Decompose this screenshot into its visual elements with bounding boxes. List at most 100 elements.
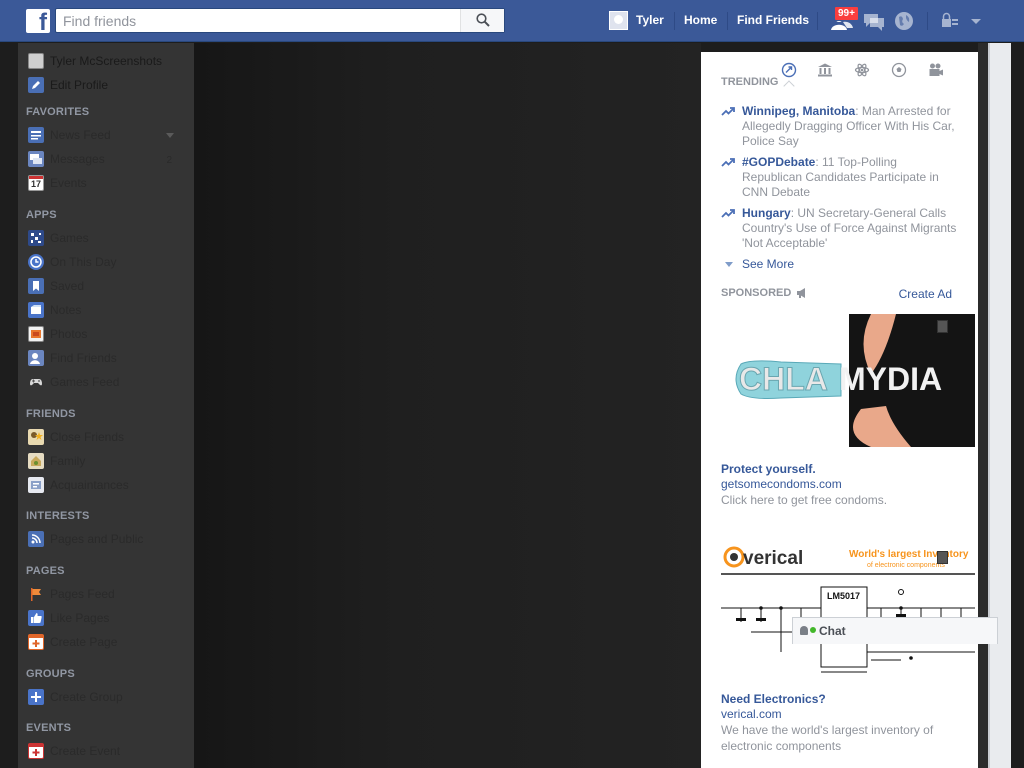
see-more-label: See More [742,257,795,271]
search-input[interactable] [56,9,461,32]
sidebar-item-label: Photos [50,327,88,341]
nav-divider [727,12,728,30]
ad-image-verical[interactable]: verical World's largest Inventory of ele… [721,542,975,679]
acquaintances-icon [28,477,44,493]
soccer-ball-icon [891,62,907,78]
photos-icon [28,326,44,342]
messages-button[interactable] [862,10,886,32]
ad-tagline: World's largest Inventory [849,549,969,560]
sidebar-item-label: Find Friends [50,351,117,365]
avatar [28,53,44,69]
dark-overlay [194,43,701,768]
right-column: TRENDING Winnipeg, Manitoba: Man Arreste… [701,52,978,768]
main-content-overlay [194,43,701,768]
ad-url[interactable]: getsomecondoms.com [721,477,842,491]
pencil-icon [28,77,44,93]
games-icon [28,230,44,246]
notifications-button[interactable] [893,10,917,32]
atom-icon [854,63,870,77]
page-edge [1011,43,1024,768]
sidebar-item-label: Create Event [50,744,121,758]
messages-icon [864,14,884,31]
apps-header: APPS [26,209,57,221]
account-menu-button[interactable] [968,10,992,32]
trending-arrow-icon [721,209,735,218]
chat-sidebar-strip [990,43,1011,768]
triangle-down-icon [725,262,733,267]
close-friends-icon [28,429,44,445]
ad-tagline-sub: of electronic components [867,562,945,569]
ad-image-text-left: CHLA [739,361,828,397]
home-link[interactable]: Home [684,13,717,27]
sidebar-item-label: News Feed [50,128,111,142]
avatar [609,11,628,30]
sidebar-item-label: Close Friends [50,430,125,444]
ad-description: We have the world's largest inventory of… [721,723,934,753]
favorites-header: FAVORITES [26,106,90,118]
trending-topic[interactable]: #GOPDebate [742,155,815,169]
government-building-icon [818,63,832,77]
trending-arrow-icon [721,158,735,167]
sidebar-item-label: Saved [50,279,85,293]
ad-close-button[interactable] [937,320,948,333]
calendar-day: 17 [30,179,41,189]
search-box [55,8,505,33]
nav-divider [674,12,675,30]
ad-artwork: CHLA MYDIA [721,314,975,447]
calendar-icon: 17 [28,175,44,191]
trending-arrow-circle-icon [781,62,797,78]
chat-tab[interactable]: Chat [792,617,998,644]
ad-image-condoms[interactable]: CHLA MYDIA [721,314,975,447]
friends-header: FRIENDS [26,408,76,420]
sidebar-profile-name: Tyler McScreenshots [50,54,163,68]
trending-tab-science[interactable] [854,62,870,78]
trending-tab-entertainment[interactable] [928,62,944,78]
search-button[interactable] [460,9,504,32]
groups-header: GROUPS [26,668,75,680]
messages-icon [28,151,44,167]
top-bar: f Tyler Home Find Friends 99+ [0,0,1024,42]
thumbs-up-icon [28,610,44,626]
create-event-icon [28,743,44,759]
find-friends-icon [28,350,44,366]
sidebar-edit-profile-label: Edit Profile [50,78,109,92]
nav-divider [817,12,818,30]
sidebar-item-label: Pages Feed [50,587,115,601]
ad-close-button[interactable] [937,551,948,564]
sidebar-item-label: Acquaintances [50,478,129,492]
news-feed-icon [28,127,44,143]
trending-header: TRENDING [721,76,779,88]
film-camera-icon [929,63,943,76]
find-friends-link[interactable]: Find Friends [737,13,809,27]
ad-description: Click here to get free condoms. [721,493,888,507]
sidebar-item-label: Family [50,454,86,468]
ad-title[interactable]: Need Electronics? [721,692,826,706]
events-header: EVENTS [26,722,72,734]
online-status-icon [810,627,816,633]
sidebar-item-label: Pages and Public [50,532,144,546]
trending-tab-sports[interactable] [891,62,907,78]
create-ad-link[interactable]: Create Ad [899,287,952,301]
person-icon [800,626,808,635]
family-icon [28,453,44,469]
interests-header: INTERESTS [26,510,90,522]
privacy-shortcuts-button[interactable] [938,10,962,32]
ad-chip-label: LM5017 [827,591,860,601]
globe-icon [895,12,913,30]
ad-url[interactable]: verical.com [721,707,782,721]
lock-icon [942,12,958,27]
gamepad-icon [28,374,44,390]
trending-topic[interactable]: Hungary [742,206,791,220]
notes-icon [28,302,44,318]
trending-tab-politics[interactable] [817,62,833,78]
trending-tab-top[interactable] [781,62,797,78]
megaphone-icon [797,288,805,298]
news-feed-options-icon[interactable] [166,133,174,138]
trending-topic[interactable]: Winnipeg, Manitoba [742,104,855,118]
facebook-logo[interactable]: f [26,9,50,35]
sidebar-item-label: Like Pages [50,611,110,625]
ad-image-text-right: MYDIA [839,361,942,397]
trending-tab-indicator [783,80,795,92]
pages-header: PAGES [26,565,65,577]
ad-title[interactable]: Protect yourself. [721,462,816,476]
